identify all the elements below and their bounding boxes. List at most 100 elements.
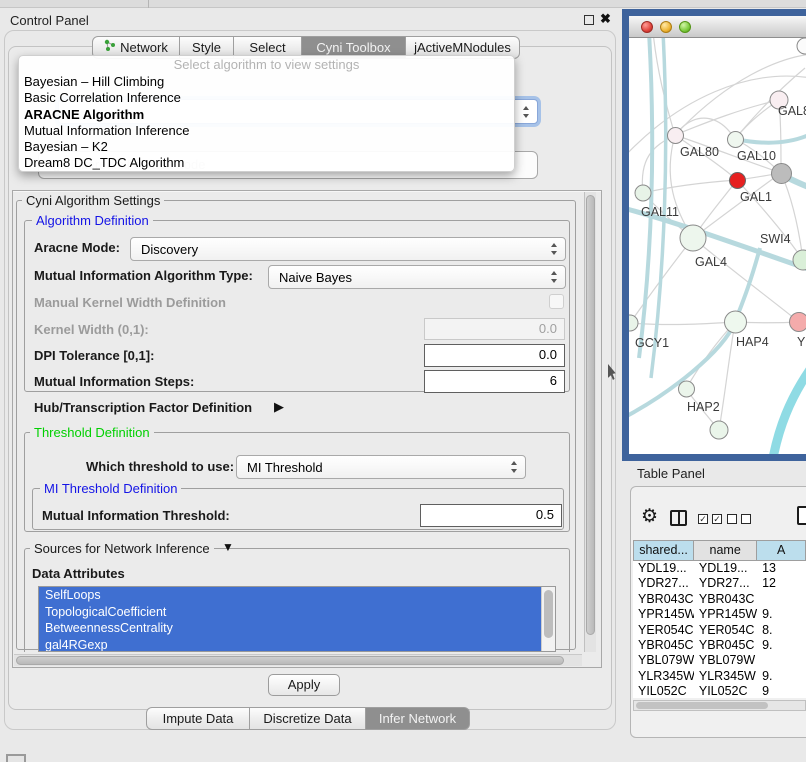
network-canvas[interactable]: GAL8 GAL80 GAL10 GAL1 GAL11 GAL4 SWI4 GC… xyxy=(629,38,806,454)
combo-arrows-icon xyxy=(511,461,518,473)
dropdown-item-basic-correlation[interactable]: Basic Correlation Inference xyxy=(19,90,514,106)
collapsed-arrow-icon[interactable]: ▶ xyxy=(274,399,284,415)
table-row[interactable]: YDL19...YDL19...13 xyxy=(633,561,806,576)
close-panel-icon[interactable]: ✖ xyxy=(600,11,611,27)
tab-impute-data[interactable]: Impute Data xyxy=(146,707,250,730)
list-item-betweennesscentrality[interactable]: BetweennessCentrality xyxy=(39,620,543,637)
node-label: GAL8 xyxy=(778,104,806,118)
node-label: GCY1 xyxy=(635,336,669,350)
network-node[interactable] xyxy=(710,421,728,439)
node-label: SWI4 xyxy=(760,232,791,246)
list-vertical-scrollbar[interactable] xyxy=(541,587,555,652)
toolbar-separator xyxy=(148,0,149,8)
column-header-name[interactable]: name xyxy=(694,540,757,561)
gear-icon[interactable]: ⚙ xyxy=(641,505,658,528)
table-panel-title: Table Panel xyxy=(637,466,705,481)
combo-arrows-icon xyxy=(551,243,558,255)
dropdown-item-dream8[interactable]: Dream8 DC_TDC Algorithm xyxy=(19,155,514,171)
settings-vertical-scrollbar[interactable] xyxy=(584,192,596,652)
checked-checkbox-icon[interactable]: ✓ xyxy=(698,514,708,524)
network-node-gal11[interactable] xyxy=(635,185,651,201)
network-window-titlebar[interactable] xyxy=(629,16,806,38)
which-threshold-combobox[interactable]: MI Threshold xyxy=(236,455,526,479)
tab-infer-network[interactable]: Infer Network xyxy=(366,707,470,730)
document-icon[interactable] xyxy=(797,506,806,525)
column-header-shared[interactable]: shared... xyxy=(633,540,694,561)
scrollbar-thumb[interactable] xyxy=(586,195,595,635)
checked-checkbox-icon[interactable]: ✓ xyxy=(712,514,722,524)
threshold-definition-title: Threshold Definition xyxy=(30,425,154,440)
list-item-selfloops[interactable]: SelfLoops xyxy=(39,587,543,604)
column-header-partial[interactable]: A xyxy=(757,540,806,561)
float-panel-icon[interactable] xyxy=(584,15,594,25)
kernel-width-field[interactable]: 0.0 xyxy=(424,318,565,340)
network-node-gal80[interactable] xyxy=(668,128,684,144)
table-row[interactable]: YBL079WYBL079W xyxy=(633,653,806,668)
network-node-gal4[interactable] xyxy=(680,225,706,251)
kernel-width-label: Kernel Width (0,1): xyxy=(34,322,149,337)
dropdown-item-bayesian-k2[interactable]: Bayesian – K2 xyxy=(19,139,514,155)
table-horizontal-scrollbar[interactable] xyxy=(633,700,806,711)
table-row[interactable]: YLR345WYLR345W9. xyxy=(633,669,806,684)
settings-horizontal-scrollbar[interactable] xyxy=(14,654,582,666)
apply-button[interactable]: Apply xyxy=(268,674,340,696)
data-attributes-label: Data Attributes xyxy=(32,566,125,581)
node-label: GAL11 xyxy=(641,205,679,219)
network-node-gcy1[interactable] xyxy=(629,315,638,331)
table-row[interactable]: YER054CYER054C8. xyxy=(633,623,806,638)
table-row[interactable]: YIL052CYIL052C9 xyxy=(633,684,806,698)
mi-algorithm-type-combobox[interactable]: Naive Bayes xyxy=(268,265,566,289)
cyni-mode-tabbar: Impute Data Discretize Data Infer Networ… xyxy=(146,707,470,730)
mi-steps-field[interactable]: 6 xyxy=(424,370,565,393)
combo-arrows-icon xyxy=(523,106,530,118)
unchecked-checkbox-icon[interactable] xyxy=(741,514,751,524)
top-toolbar-strip xyxy=(0,0,806,8)
mi-threshold-label: Mutual Information Threshold: xyxy=(42,508,230,523)
node-label: GAL80 xyxy=(680,145,719,159)
tab-discretize-data[interactable]: Discretize Data xyxy=(250,707,366,730)
which-threshold-label: Which threshold to use: xyxy=(86,459,234,474)
node-label: HAP4 xyxy=(736,335,769,349)
hub-definition-label: Hub/Transcription Factor Definition xyxy=(34,400,252,415)
aracne-mode-combobox[interactable]: Discovery xyxy=(130,237,566,261)
list-item-topologicalcoefficient[interactable]: TopologicalCoefficient xyxy=(39,604,543,621)
data-attributes-list: SelfLoops TopologicalCoefficient Between… xyxy=(38,586,556,652)
table-row[interactable]: YPR145WYPR145W9. xyxy=(633,607,806,622)
unchecked-checkbox-icon[interactable] xyxy=(727,514,737,524)
network-node-hap4[interactable] xyxy=(725,311,747,333)
table-row[interactable]: YDR27...YDR27...12 xyxy=(633,576,806,591)
mi-threshold-field[interactable]: 0.5 xyxy=(420,504,562,527)
algorithm-dropdown-popup: Select algorithm to view settings Bayesi… xyxy=(18,55,515,172)
manual-kernel-width-checkbox[interactable] xyxy=(549,294,564,309)
split-columns-icon[interactable] xyxy=(670,510,687,526)
node-label: GAL1 xyxy=(740,190,772,204)
network-node-gal1[interactable] xyxy=(730,173,746,189)
network-node-unnamed-gray[interactable] xyxy=(772,164,792,184)
zoom-window-icon[interactable] xyxy=(679,21,691,33)
minimized-panel-icon[interactable] xyxy=(6,754,26,762)
node-label: HAP2 xyxy=(687,400,720,414)
close-window-icon[interactable] xyxy=(641,21,653,33)
expanded-arrow-icon[interactable]: ▼ xyxy=(222,540,234,554)
minimize-window-icon[interactable] xyxy=(660,21,672,33)
dropdown-item-aracne[interactable]: ARACNE Algorithm xyxy=(19,107,514,123)
manual-kernel-width-label: Manual Kernel Width Definition xyxy=(34,295,226,310)
scrollbar-thumb[interactable] xyxy=(544,590,553,638)
aracne-mode-label: Aracne Mode: xyxy=(34,240,120,255)
table-row[interactable]: YBR043CYBR043C xyxy=(633,592,806,607)
dpi-tolerance-label: DPI Tolerance [0,1]: xyxy=(34,348,154,363)
dropdown-item-bayesian-hill[interactable]: Bayesian – Hill Climbing xyxy=(19,74,514,90)
mi-algorithm-type-label: Mutual Information Algorithm Type: xyxy=(34,268,253,283)
cyni-algorithm-settings-title: Cyni Algorithm Settings xyxy=(22,193,164,208)
network-node-gal10[interactable] xyxy=(728,132,744,148)
algorithm-definition-title: Algorithm Definition xyxy=(32,213,153,228)
table-row[interactable]: YBR045CYBR045C9. xyxy=(633,638,806,653)
scrollbar-thumb[interactable] xyxy=(16,656,564,665)
network-node[interactable] xyxy=(797,38,806,54)
scrollbar-thumb[interactable] xyxy=(636,702,768,709)
dropdown-item-mutual-information[interactable]: Mutual Information Inference xyxy=(19,123,514,139)
network-node-pink[interactable] xyxy=(790,313,806,332)
list-item-gal4rgexp[interactable]: gal4RGexp xyxy=(39,637,543,653)
dpi-tolerance-field[interactable]: 0.0 xyxy=(424,344,565,367)
network-node-hap2[interactable] xyxy=(679,381,695,397)
